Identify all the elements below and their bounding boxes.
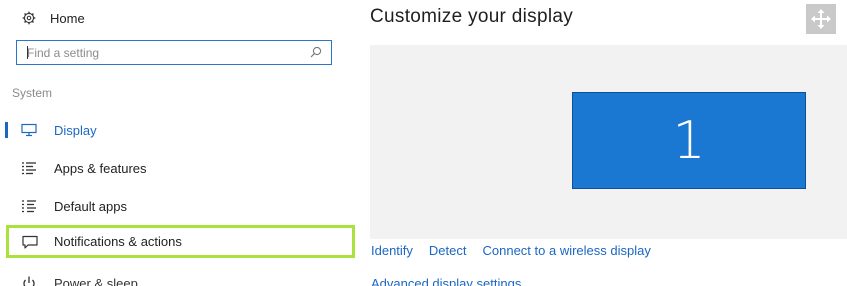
page-title: Customize your display [370, 6, 574, 27]
sidebar-item-label: Default apps [54, 198, 127, 214]
text-caret [27, 46, 28, 59]
display-links: Identify Detect Connect to a wireless di… [371, 243, 651, 261]
move-arrows-icon[interactable] [806, 4, 836, 34]
apps-list-icon [22, 162, 36, 175]
home-label: Home [50, 10, 85, 26]
sidebar: Home System Display [0, 0, 362, 286]
sidebar-item-label: Power & sleep [54, 275, 138, 286]
search-input[interactable] [17, 41, 331, 64]
sidebar-item-label: Display [54, 122, 97, 138]
monitor-icon [21, 123, 37, 137]
gear-icon [22, 11, 36, 25]
display-number: 1 [672, 110, 706, 171]
sidebar-item-label: Apps & features [54, 160, 147, 176]
power-icon [23, 276, 35, 286]
display-arrangement-area: 1 [370, 45, 847, 239]
sidebar-item-display[interactable]: Display [0, 115, 355, 145]
identify-link[interactable]: Identify [371, 243, 413, 261]
section-title: System [12, 86, 53, 100]
sidebar-item-notifications-actions[interactable]: Notifications & actions [6, 225, 355, 258]
search-icon[interactable] [310, 46, 322, 58]
default-apps-icon [22, 200, 36, 213]
active-indicator [5, 122, 8, 138]
detect-link[interactable]: Detect [429, 243, 467, 261]
connect-wireless-display-link[interactable]: Connect to a wireless display [483, 243, 651, 261]
sidebar-item-apps-features[interactable]: Apps & features [0, 153, 355, 183]
sidebar-item-power-sleep[interactable]: Power & sleep [0, 268, 355, 286]
sidebar-item-default-apps[interactable]: Default apps [0, 191, 355, 221]
advanced-display-settings-link[interactable]: Advanced display settings [371, 276, 521, 286]
display-1-tile[interactable]: 1 [572, 92, 806, 189]
home-link[interactable]: Home [22, 8, 85, 28]
sidebar-item-label: Notifications & actions [54, 234, 182, 249]
settings-window: Home System Display [0, 0, 847, 286]
notifications-icon [22, 235, 38, 249]
search-box[interactable] [16, 40, 332, 65]
